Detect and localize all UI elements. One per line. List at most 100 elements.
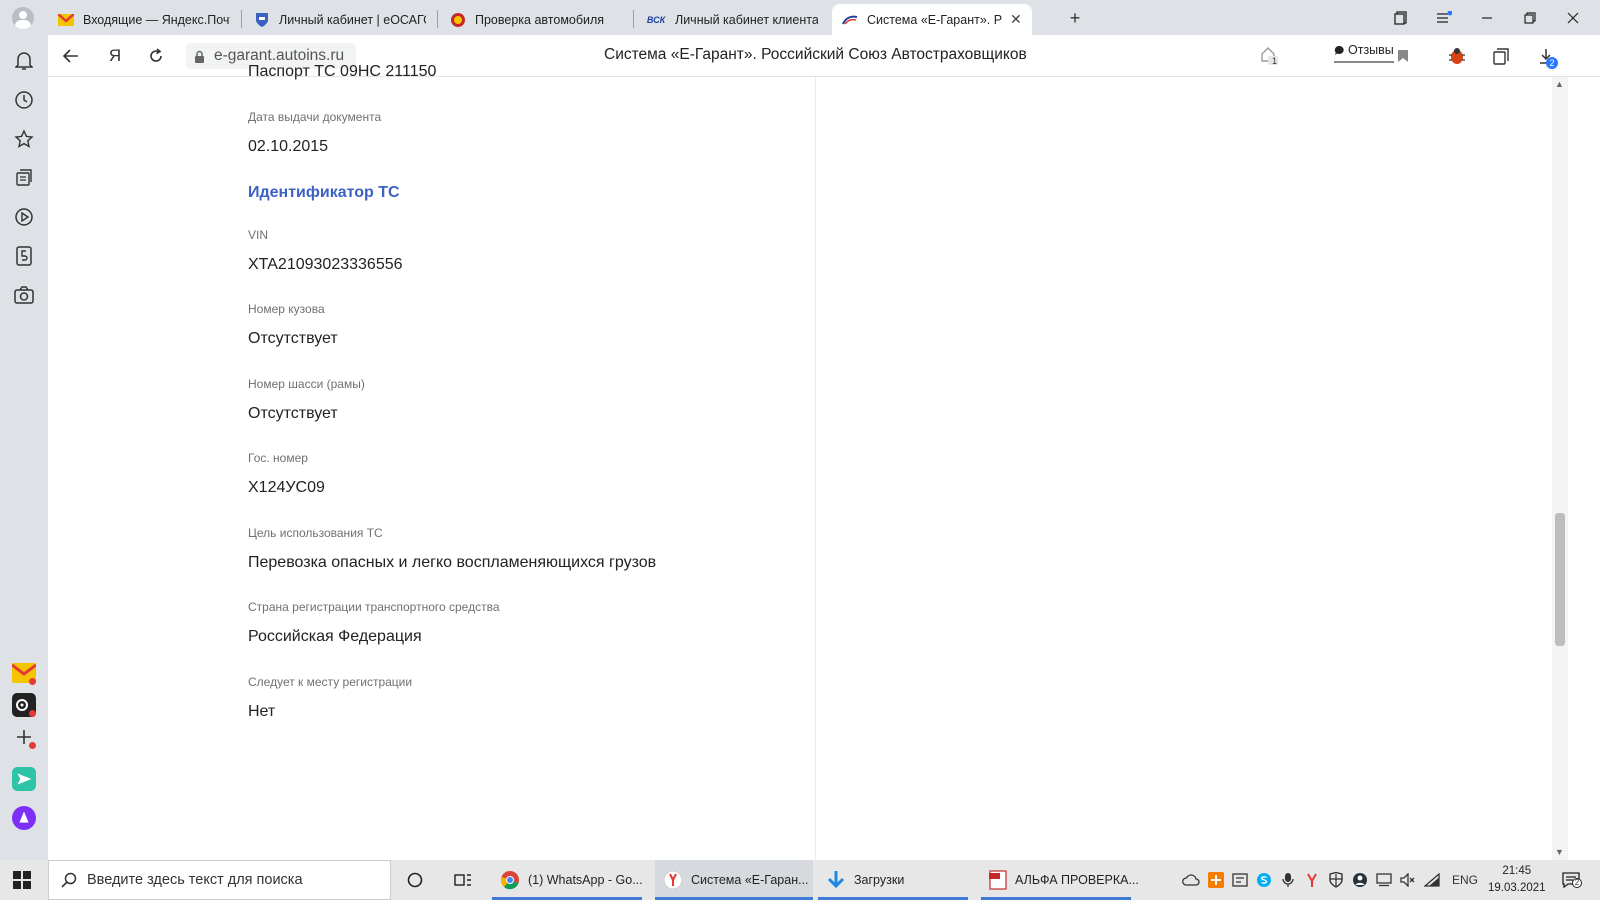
field-value: Х124УС09 [248,479,325,496]
messenger-icon[interactable] [12,767,36,791]
taskbar-app-label: Система «Е-Гаран... [691,873,809,887]
restore-button[interactable] [1520,8,1540,28]
close-window-button[interactable] [1563,8,1583,28]
column-divider [815,77,816,860]
scroll-up-icon[interactable]: ▲ [1555,79,1564,89]
tab-vsk[interactable]: ВСК Личный кабинет клиента [636,4,828,35]
pdf-icon [989,870,1007,890]
notification-count: 2 [1572,878,1582,888]
search-icon [61,872,77,888]
tab-label: Входящие — Яндекс.Почта [83,12,230,27]
field-label: Следует к месту регистрации [248,675,413,689]
field-value: Отсутствует [248,405,338,422]
page-title: Система «Е-Гарант». Российский Союз Авто… [604,46,1027,63]
plate-number-field: Гос. номер Х124УС09 [248,451,325,497]
rsa-icon [842,12,858,28]
taskbar-search-input[interactable]: Введите здесь текст для поиска [48,860,391,900]
vin-field: VIN XTA21093023336556 [248,228,403,274]
menu-icon[interactable] [1434,8,1454,28]
scroll-down-icon[interactable]: ▼ [1555,847,1564,857]
taskbar-app-label: АЛЬФА ПРОВЕРКА... [1015,873,1139,887]
yandex-browser-icon [663,870,683,890]
field-value: 02.10.2015 [248,138,329,155]
tray-screen-icon[interactable] [1231,871,1249,889]
tray-user-icon[interactable] [1351,871,1369,889]
language-indicator[interactable]: ENG [1450,871,1480,889]
reviews-button[interactable]: Отзывы [1334,43,1394,63]
yandex-mail-icon[interactable] [12,661,36,685]
yandex-tray-icon[interactable] [1303,871,1321,889]
issue-date-field: Дата выдачи документа 02.10.2015 [248,110,381,156]
field-label: Цель использования ТС [248,526,383,540]
extension-bug-icon[interactable] [1446,45,1468,67]
reload-button[interactable] [145,45,167,67]
tab-label: Проверка автомобиля [475,12,605,27]
notifications-icon[interactable]: 2 [1562,871,1582,889]
taskbar: Введите здесь текст для поиска (1) Whats… [0,860,1600,900]
tab-yandex-mail[interactable]: Входящие — Яндекс.Почта [48,4,240,35]
zen-icon[interactable] [12,244,36,268]
camera-icon[interactable] [12,283,36,307]
taskbar-app-downloads[interactable]: Загрузки [818,860,976,900]
clock-date: 19.03.2021 [1488,882,1546,894]
windows-start-icon[interactable] [12,870,32,890]
registration-country-field: Страна регистрации транспортного средств… [248,600,500,646]
usage-purpose-field: Цель использования ТС Перевозка опасных … [248,526,656,572]
alice-icon[interactable] [12,806,36,830]
shield-icon [254,12,270,28]
wifi-icon[interactable] [1423,871,1441,889]
music-icon[interactable] [12,693,36,717]
tab-eosago[interactable]: Личный кабинет | еОСАГО [244,4,436,35]
downloads-icon [826,870,846,890]
profile-avatar[interactable] [12,7,34,29]
close-icon[interactable]: ✕ [1010,11,1022,28]
taskbar-app-label: (1) WhatsApp - Go... [528,873,643,887]
field-value: Перевозка опасных и легко воспламеняющих… [248,554,657,571]
tray-app-orange-icon[interactable] [1207,871,1225,889]
tab-manager-icon[interactable] [1391,8,1411,28]
scroll-thumb[interactable] [1555,513,1565,646]
protect-badge: 1 [1272,56,1278,66]
network-adapter-icon[interactable] [1375,871,1393,889]
star-icon[interactable] [12,127,36,151]
search-placeholder: Введите здесь текст для поиска [87,872,303,888]
speech-bubble-icon [1334,45,1345,56]
extensions-icon[interactable] [1490,45,1512,67]
tab-label: Личный кабинет | еОСАГО [279,12,426,27]
volume-muted-icon[interactable] [1399,871,1417,889]
taskbar-app-yandex[interactable]: Система «Е-Гаран... [655,860,813,900]
yandex-home-button[interactable]: Я [104,45,126,67]
downloads-badge: 2 [1546,57,1558,69]
scrollbar[interactable]: ▲ ▼ [1552,77,1568,860]
cortana-icon[interactable] [406,871,424,889]
field-value: Отсутствует [248,330,338,347]
section-heading: Идентификатор ТС [248,184,400,201]
microphone-icon[interactable] [1279,871,1297,889]
defender-icon[interactable] [1327,871,1345,889]
taskbar-app-pdf[interactable]: АЛЬФА ПРОВЕРКА... [981,860,1139,900]
minimize-button[interactable] [1477,8,1497,28]
body-number-field: Номер кузова Отсутствует [248,302,338,348]
taskbar-app-label: Загрузки [854,873,905,887]
field-label: Гос. номер [248,451,308,465]
back-button[interactable] [60,45,82,67]
clock-time: 21:45 [1502,865,1532,877]
skype-icon[interactable] [1255,871,1273,889]
onedrive-icon[interactable] [1182,871,1200,889]
history-icon[interactable] [12,88,36,112]
downloads-icon[interactable]: 2 [1535,45,1558,69]
tab-e-garant[interactable]: Система «Е-Гарант». Рос ✕ [832,4,1032,35]
tab-car-check[interactable]: Проверка автомобиля [440,4,632,35]
browser-sidebar [0,35,48,860]
bell-icon[interactable] [12,49,36,73]
collections-icon[interactable] [12,166,36,190]
add-panel-icon[interactable] [12,725,36,749]
field-value: Нет [248,703,276,720]
play-icon[interactable] [12,205,36,229]
taskbar-clock[interactable]: 21:45 19.03.2021 [1488,863,1546,897]
protect-icon[interactable]: 1 [1258,45,1280,67]
new-tab-button[interactable]: + [1064,7,1086,29]
bookmark-icon[interactable] [1392,45,1414,67]
task-view-icon[interactable] [454,871,472,889]
taskbar-app-whatsapp[interactable]: (1) WhatsApp - Go... [492,860,650,900]
